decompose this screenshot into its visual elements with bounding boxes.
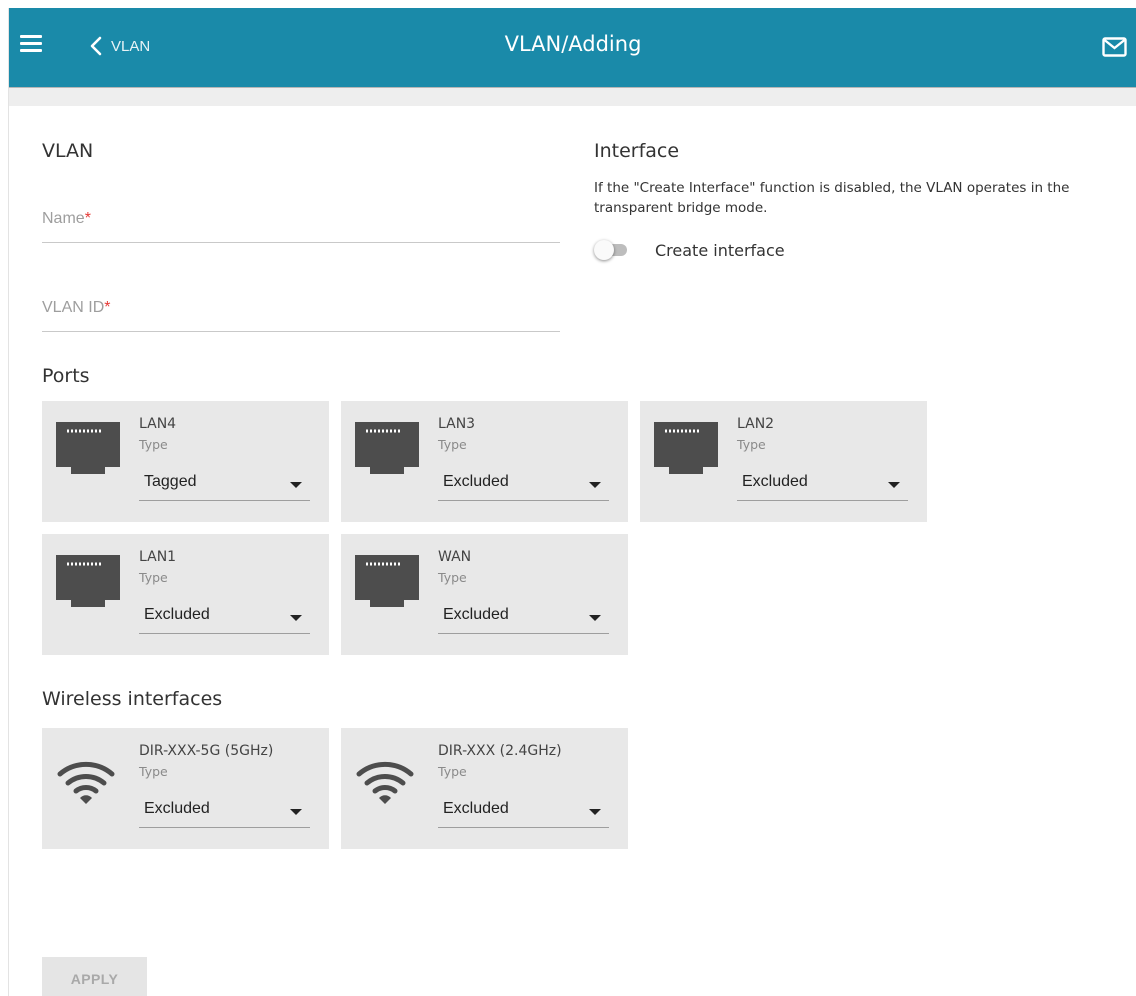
type-label: Type [438,570,467,585]
type-select-value: Excluded [443,800,509,817]
create-interface-toggle-row[interactable]: Create interface [594,239,785,261]
ports-section-title: Ports [42,365,90,387]
type-select-value: Excluded [742,473,808,490]
caret-down-icon [589,615,601,621]
ethernet-port-icon [654,422,718,474]
wireless-card: DIR-XXX-5G (5GHz) Type Excluded [42,728,329,849]
apply-button[interactable]: APPLY [42,957,147,996]
type-label: Type [438,764,467,779]
ethernet-port-icon [56,555,120,607]
type-select-value: Tagged [144,473,197,490]
type-select[interactable]: Excluded [737,461,908,501]
interface-description: If the "Create Interface" function is di… [594,180,1070,216]
type-label: Type [139,437,168,452]
port-card: WAN Type Excluded [341,534,628,655]
type-select-value: Excluded [443,606,509,623]
ethernet-port-icon [355,422,419,474]
caret-down-icon [290,615,302,621]
type-select[interactable]: Excluded [438,594,609,634]
port-card: LAN3 Type Excluded [341,401,628,522]
port-card: LAN2 Type Excluded [640,401,927,522]
wifi-icon [57,761,115,804]
type-select[interactable]: Excluded [139,594,310,634]
caret-down-icon [589,482,601,488]
envelope-icon[interactable] [1102,37,1127,57]
port-name: LAN4 [139,416,177,432]
type-select[interactable]: Excluded [438,461,609,501]
port-name: LAN3 [438,416,476,432]
create-interface-label: Create interface [655,240,785,260]
type-label: Type [438,437,467,452]
top-bar: VLAN VLAN/Adding [9,8,1136,87]
caret-down-icon [589,809,601,815]
caret-down-icon [290,809,302,815]
type-select-value: Excluded [144,800,210,817]
wireless-name: DIR-XXX (2.4GHz) [438,743,562,759]
wifi-icon [356,761,414,804]
port-card: LAN4 Type Tagged [42,401,329,522]
port-name: WAN [438,549,472,565]
vlan-id-input[interactable] [42,288,560,328]
type-label: Type [139,764,168,779]
wireless-section-title: Wireless interfaces [42,688,223,710]
interface-section-title: Interface [594,140,680,162]
ethernet-port-icon [355,555,419,607]
type-select-value: Excluded [144,606,210,623]
caret-down-icon [290,482,302,488]
port-name: LAN1 [139,549,177,565]
wireless-card: DIR-XXX (2.4GHz) Type Excluded [341,728,628,849]
wireless-name: DIR-XXX-5G (5GHz) [139,743,274,759]
vlan-id-field[interactable]: VLAN ID* [42,288,560,332]
page-title: VLAN/Adding [504,32,642,56]
caret-down-icon [888,482,900,488]
type-label: Type [737,437,766,452]
port-card: LAN1 Type Excluded [42,534,329,655]
create-interface-toggle[interactable] [594,240,630,260]
type-select-value: Excluded [443,473,509,490]
port-name: LAN2 [737,416,775,432]
type-select[interactable]: Excluded [438,788,609,828]
type-label: Type [139,570,168,585]
ethernet-port-icon [56,422,120,474]
type-select[interactable]: Tagged [139,461,310,501]
name-input[interactable] [42,199,560,239]
type-select[interactable]: Excluded [139,788,310,828]
header-shadow [9,87,1136,106]
page-frame: VLAN VLAN/Adding VLAN Name* VLAN ID* Int… [8,8,1136,996]
name-field[interactable]: Name* [42,199,560,243]
vlan-section-title: VLAN [42,140,94,162]
